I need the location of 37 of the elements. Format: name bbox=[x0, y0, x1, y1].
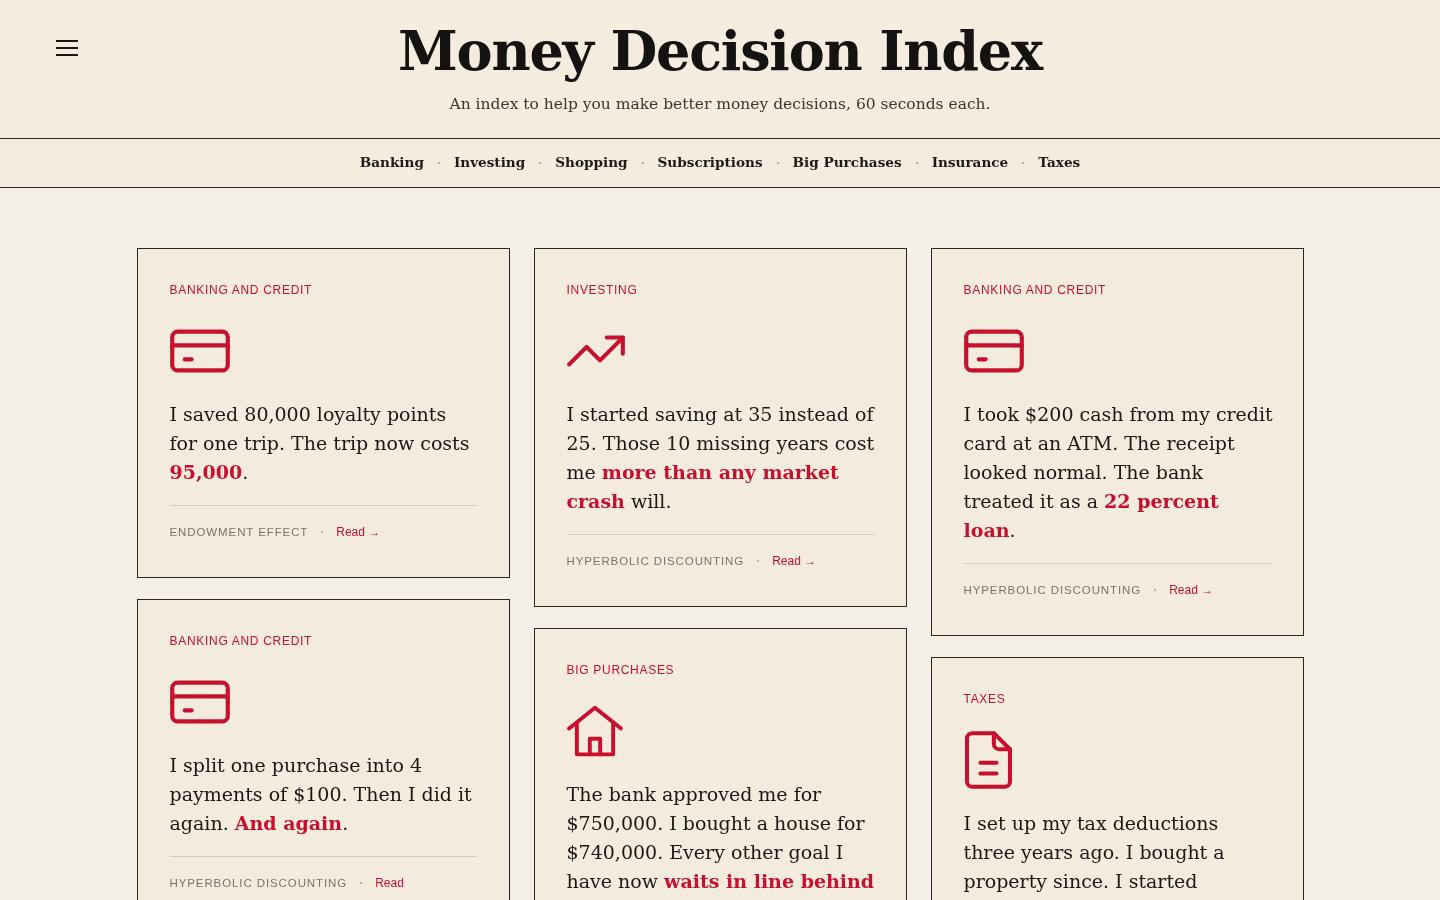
menu-icon bbox=[56, 40, 78, 56]
menu-button[interactable] bbox=[56, 40, 78, 56]
credit-card-icon bbox=[169, 680, 230, 724]
credit-card-icon bbox=[169, 329, 230, 373]
card-story: I split one purchase into 4 payments of $100. Then I did it again. And again. bbox=[169, 753, 473, 836]
read-link[interactable]: Read → bbox=[772, 554, 817, 568]
read-link[interactable]: Read bbox=[375, 876, 404, 890]
card-story: I saved 80,000 loyalty points for one trip. The trip now costs 95,000. bbox=[169, 402, 471, 485]
topic-label: ENDOWMENT EFFECT bbox=[169, 525, 309, 539]
house-icon bbox=[566, 705, 623, 757]
nav-link[interactable]: Subscriptions bbox=[657, 154, 763, 172]
site-subtitle: An index to help you make better money decisions, 60 seconds each. bbox=[448, 94, 992, 115]
trending-up-icon bbox=[566, 334, 625, 368]
card-story: I set up my tax deductions three years ago. I bought a property since. I started bbox=[963, 811, 1226, 894]
nav-link[interactable]: Investing bbox=[453, 154, 526, 172]
topic-label: HYPERBOLIC DISCOUNTING bbox=[566, 554, 745, 568]
site-title: Money Decision Index bbox=[398, 18, 1042, 85]
category-label: INVESTING bbox=[566, 283, 639, 297]
topic-label: HYPERBOLIC DISCOUNTING bbox=[169, 876, 348, 890]
nav-link[interactable]: Banking bbox=[359, 154, 424, 172]
read-link[interactable]: Read → bbox=[1169, 583, 1214, 597]
category-label: BANKING AND CREDIT bbox=[169, 634, 314, 648]
category-label: BANKING AND CREDIT bbox=[963, 283, 1108, 297]
topic-label: HYPERBOLIC DISCOUNTING bbox=[963, 583, 1142, 597]
card-story: I took $200 cash from my credit card at an ATM. The receipt looked normal. The bank treated it as a 22 percent loan. bbox=[963, 402, 1274, 543]
category-label: BIG PURCHASES bbox=[566, 663, 676, 677]
card-story: I started saving at 35 instead of 25. Those 10 missing years cost me more than any market crash will. bbox=[566, 402, 876, 514]
document-icon bbox=[963, 731, 1013, 789]
nav-link[interactable]: Shopping bbox=[555, 154, 628, 172]
category-label: BANKING AND CREDIT bbox=[169, 283, 314, 297]
credit-card-icon bbox=[963, 329, 1024, 373]
nav-link[interactable]: Taxes bbox=[1038, 154, 1081, 172]
card-story: The bank approved me for $750,000. I bought a house for $740,000. Every other goal I have now waits in line behind bbox=[566, 782, 876, 894]
read-link[interactable]: Read → bbox=[336, 525, 381, 539]
category-label: TAXES bbox=[963, 692, 1007, 706]
nav-link[interactable]: Big Purchases bbox=[792, 154, 902, 172]
nav-link[interactable]: Insurance bbox=[931, 154, 1009, 172]
